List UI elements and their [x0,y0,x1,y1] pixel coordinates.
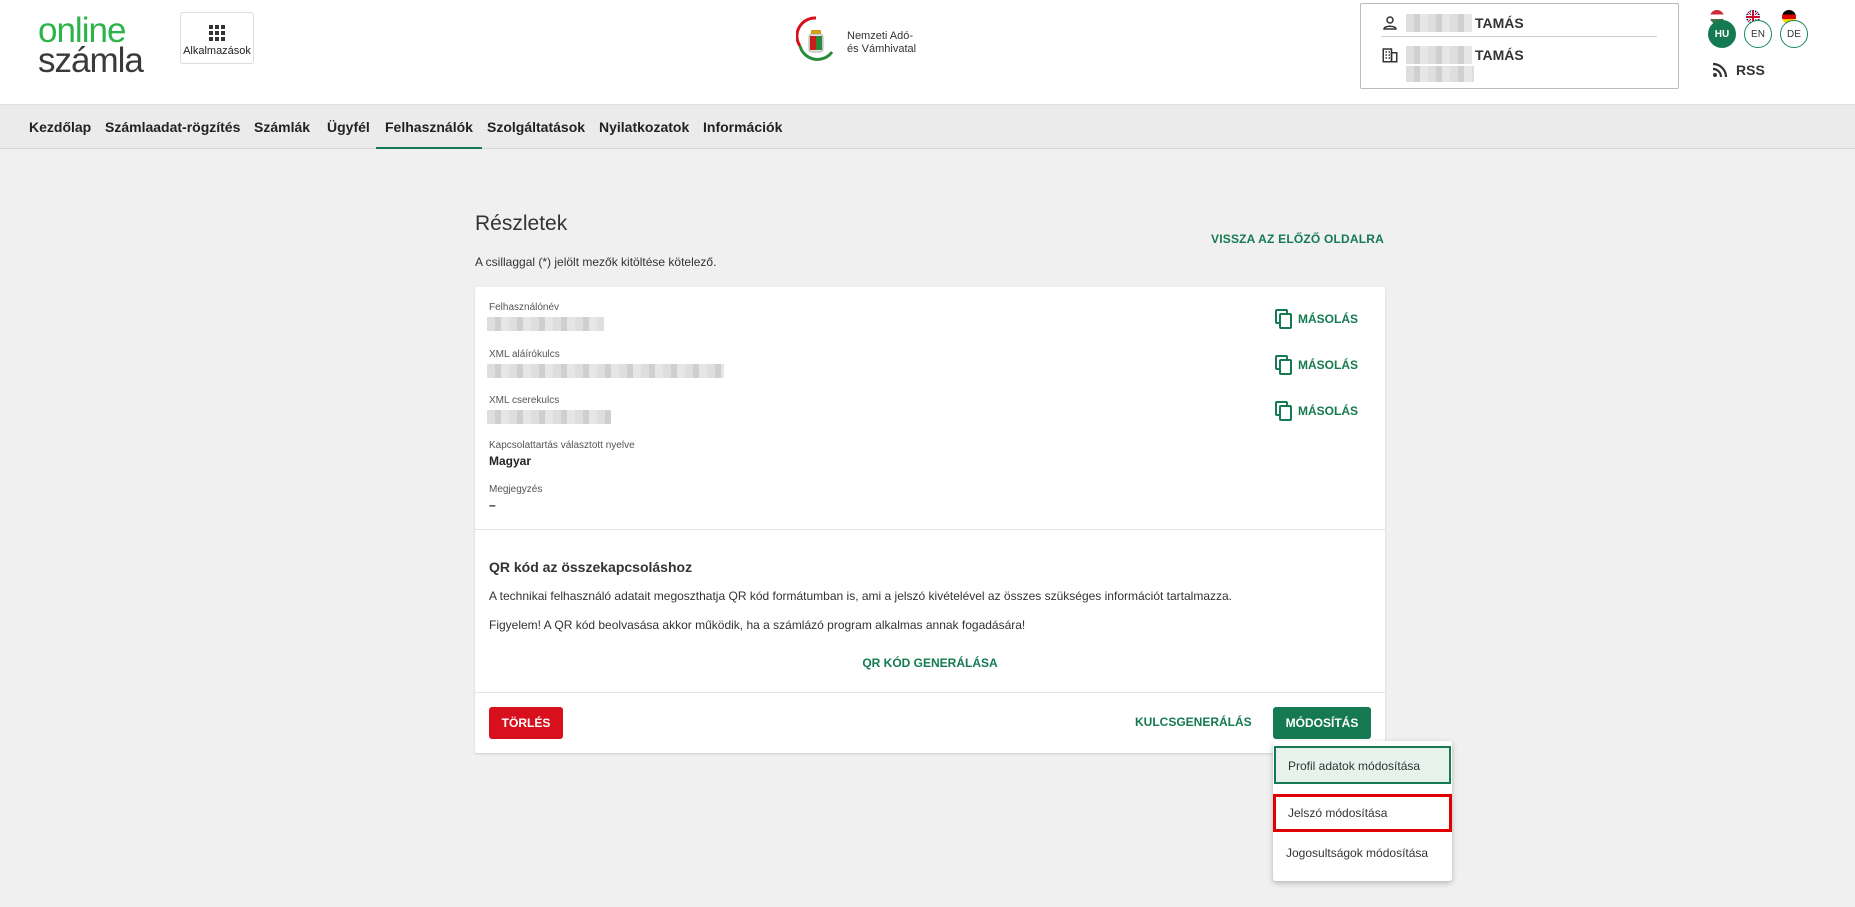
online-szamla-logo[interactable]: online számla [38,13,144,80]
page-title: Részletek [475,212,568,235]
person-icon [1383,16,1397,30]
nav-item-kezdolap[interactable]: Kezdőlap [29,105,91,149]
nav-text-line1: Nemzeti Adó- [847,30,914,42]
nav-text-line2: és Vámhivatal [847,43,917,55]
divider [475,529,1385,530]
apps-button[interactable]: Alkalmazások [180,12,254,64]
redacted-taxid [1406,66,1474,82]
signing-key-value-redacted [487,364,724,378]
user-info-box: TAMÁS TAMÁS [1360,3,1679,89]
user-person-name: TAMÁS [1475,15,1524,31]
keygen-button[interactable]: KULCSGENERÁLÁS [1135,715,1252,729]
lang-de[interactable]: DE [1780,10,1810,48]
copy-username-button[interactable]: MÁSOLÁS [1275,309,1358,329]
required-note: A csillaggal (*) jelölt mezők kitöltése … [475,255,717,269]
rss-label: RSS [1736,62,1765,78]
logo-line2: számla [38,41,144,80]
nav-item-szamlak[interactable]: Számlák [254,105,310,149]
nav-item-ugyfel[interactable]: Ügyfél [327,105,370,149]
redacted-name [1406,14,1472,32]
menu-item-password[interactable]: Jelszó módosítása [1273,794,1452,832]
rss-link[interactable]: RSS [1712,62,1765,78]
note-label: Megjegyzés [489,484,543,495]
header: online számla Alkalmazások Nemzeti Adó- … [0,0,1855,104]
copy-icon [1275,309,1292,329]
menu-item-profile[interactable]: Profil adatok módosítása [1274,746,1451,784]
details-card: Felhasználónév MÁSOLÁS XML aláírókulcs M… [475,287,1385,753]
menu-item-permissions[interactable]: Jogosultságok módosítása [1274,835,1451,873]
divider [475,692,1385,693]
contact-language-label: Kapcsolattartás választott nyelve [489,440,635,451]
copy-icon [1275,355,1292,375]
copy-username-label: MÁSOLÁS [1298,312,1358,326]
copy-exchange-key-button[interactable]: MÁSOLÁS [1275,401,1358,421]
lang-hu-button[interactable]: HU [1708,20,1736,48]
generate-qr-button[interactable]: QR KÓD GENERÁLÁSA [475,656,1385,670]
copy-icon [1275,401,1292,421]
main-nav: Kezdőlap Számlaadat-rögzítés Számlák Ügy… [0,104,1855,149]
qr-description: A technikai felhasználó adatait megoszth… [489,589,1233,603]
nav-item-nyilatkozatok[interactable]: Nyilatkozatok [599,105,689,149]
nav-item-szamlaadat-rogzites[interactable]: Számlaadat-rögzítés [105,105,240,149]
username-label: Felhasználónév [489,302,560,313]
note-value: – [489,498,496,512]
copy-signing-key-button[interactable]: MÁSOLÁS [1275,355,1358,375]
nav-text: Nemzeti Adó- és Vámhivatal [847,30,916,56]
nav-item-szolgaltatasok[interactable]: Szolgáltatások [487,105,585,149]
contact-language-value: Magyar [489,454,532,468]
lang-de-button[interactable]: DE [1780,20,1808,48]
lang-hu[interactable]: HU [1708,10,1738,48]
modify-dropdown-menu: Profil adatok módosítása Jelszó módosítá… [1273,741,1452,881]
lang-en-button[interactable]: EN [1744,20,1772,48]
nav-item-informaciok[interactable]: Információk [703,105,782,149]
exchange-key-label: XML cserekulcs [489,395,560,406]
qr-section-title: QR kód az összekapcsoláshoz [489,559,693,575]
apps-label: Alkalmazások [183,45,251,57]
user-person-row[interactable]: TAMÁS [1381,10,1524,36]
language-switcher: HU EN DE [1708,10,1810,48]
redacted-company [1406,46,1472,64]
modify-button[interactable]: MÓDOSÍTÁS [1273,707,1371,739]
rss-icon [1712,62,1728,78]
exchange-key-value-redacted [487,410,611,424]
user-divider [1381,36,1657,37]
delete-button[interactable]: TÖRLÉS [489,707,563,739]
nav-logo[interactable]: Nemzeti Adó- és Vámhivatal [796,16,926,74]
qr-warning: Figyelem! A QR kód beolvasása akkor műkö… [489,618,1026,632]
back-link[interactable]: VISSZA AZ ELŐZŐ OLDALRA [1211,232,1384,246]
signing-key-label: XML aláírókulcs [489,349,560,360]
copy-exchange-key-label: MÁSOLÁS [1298,404,1358,418]
user-company-row[interactable]: TAMÁS [1381,42,1524,68]
nav-emblem-icon [796,16,834,61]
copy-signing-key-label: MÁSOLÁS [1298,358,1358,372]
apps-grid-icon [209,25,225,41]
nav-item-felhasznalok[interactable]: Felhasználók [376,105,482,149]
lang-en[interactable]: EN [1744,10,1774,48]
user-company-name: TAMÁS [1475,47,1524,63]
username-value-redacted [487,317,604,331]
building-icon [1382,48,1398,63]
